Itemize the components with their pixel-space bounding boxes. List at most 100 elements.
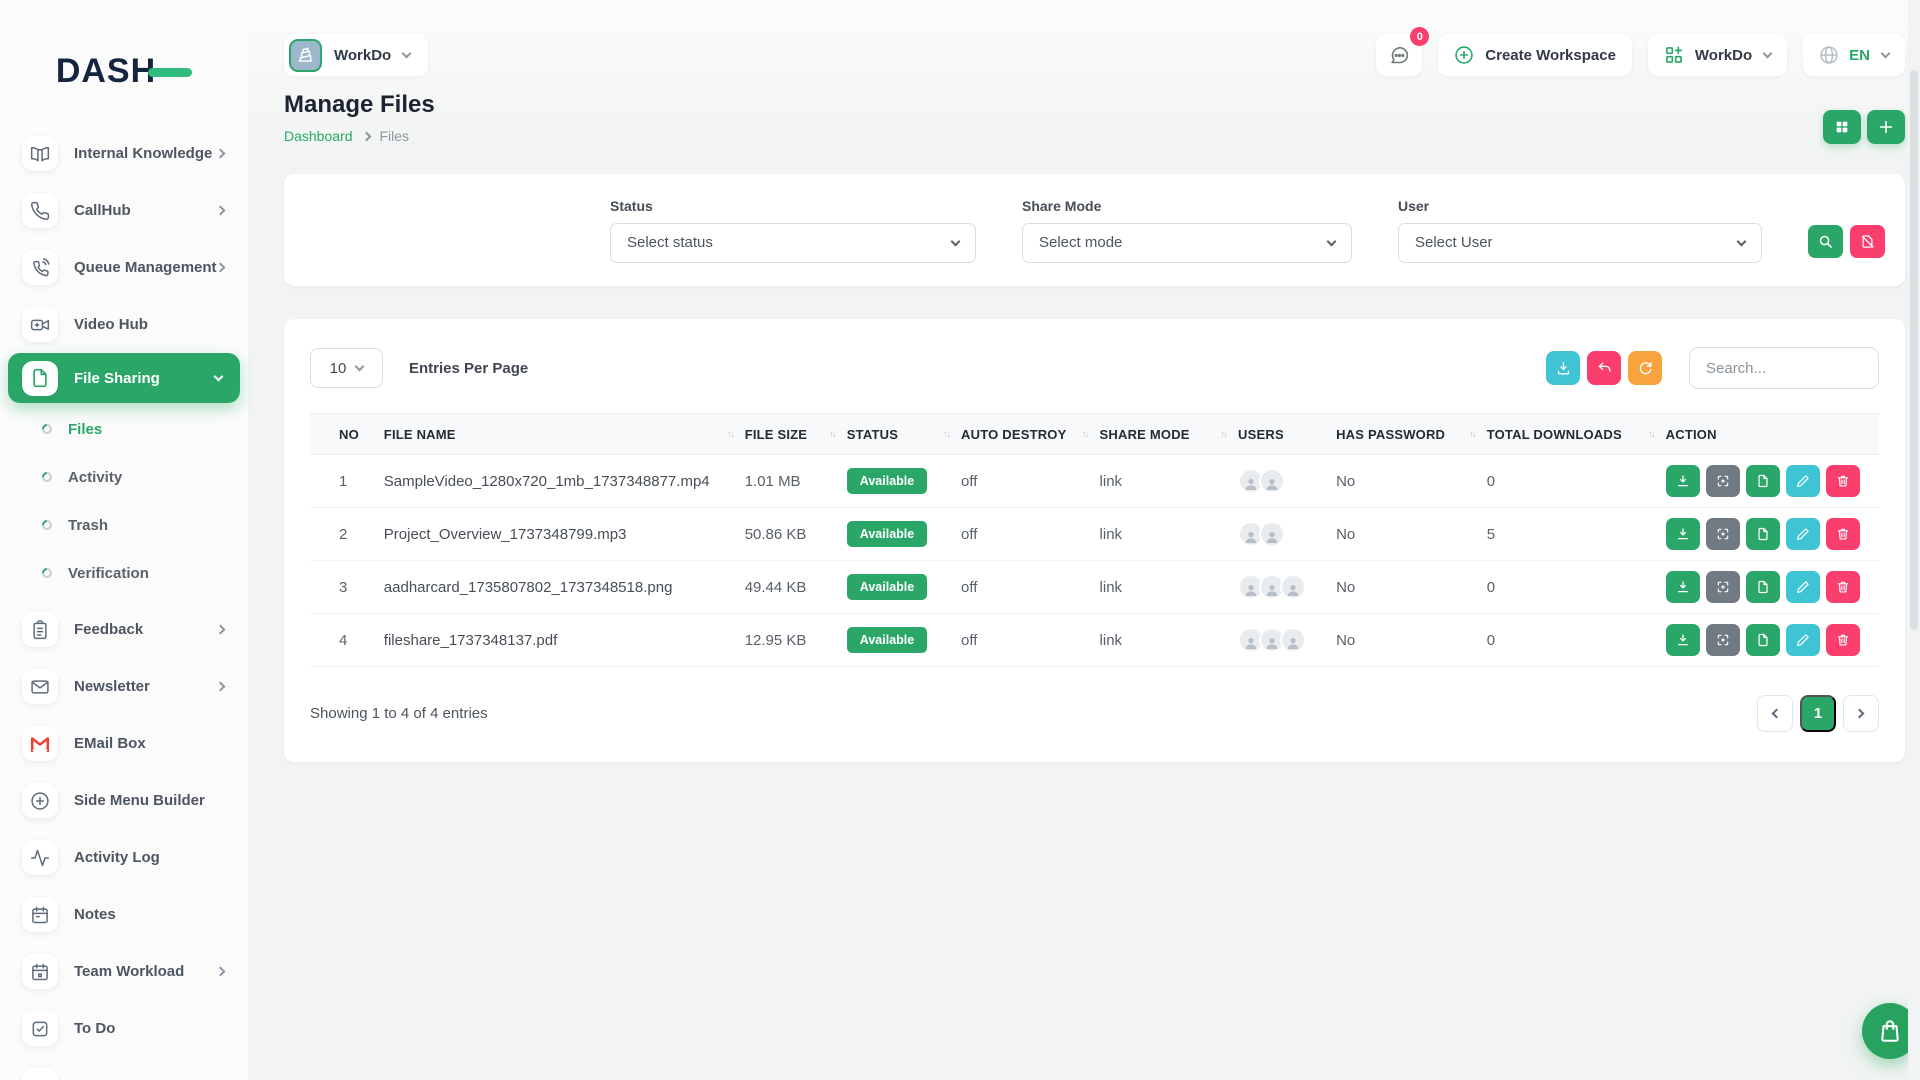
sidebar-item-feedback[interactable]: Feedback (0, 601, 248, 658)
filter-search-button[interactable] (1808, 225, 1843, 258)
grid-view-button[interactable] (1823, 110, 1861, 144)
workspace-dropdown[interactable]: WorkDo (1648, 34, 1787, 76)
status-select[interactable]: Select status (610, 223, 976, 263)
clipboard-icon (22, 612, 58, 647)
sidebar-item-label: To Do (74, 1020, 115, 1037)
page-header-actions (1823, 110, 1905, 144)
row-scan-button[interactable] (1706, 624, 1740, 656)
topbar: WorkDo 0 Create Workspace WorkDo EN (284, 33, 1905, 77)
row-file-button[interactable] (1746, 518, 1780, 550)
user-avatar (1280, 574, 1306, 600)
row-download-button[interactable] (1666, 518, 1700, 550)
chevron-down-icon (951, 236, 961, 246)
row-delete-button[interactable] (1826, 465, 1860, 497)
sidebar-subitem-trash[interactable]: Trash (0, 501, 248, 549)
brand-logo-text: DASH (56, 52, 156, 91)
sidebar-subitem-files[interactable]: Files (0, 405, 248, 453)
sidebar-item-email-box[interactable]: EMail Box (0, 715, 248, 772)
row-file-button[interactable] (1746, 465, 1780, 497)
row-download-button[interactable] (1666, 465, 1700, 497)
sidebar-subitem-verification[interactable]: Verification (0, 549, 248, 597)
add-file-button[interactable] (1867, 110, 1905, 144)
brand-logo[interactable]: DASH (0, 0, 248, 91)
col-file-size[interactable]: FILE SIZE↑↓ (745, 414, 847, 455)
row-delete-button[interactable] (1826, 518, 1860, 550)
cell-total-downloads: 0 (1487, 561, 1666, 614)
row-download-button[interactable] (1666, 624, 1700, 656)
sort-icon[interactable]: ↑↓ (829, 429, 835, 440)
shopping-bag-icon (1877, 1018, 1903, 1044)
table-row: 1SampleVideo_1280x720_1mb_1737348877.mp4… (310, 455, 1879, 508)
sidebar-item-label: Video Hub (74, 316, 148, 333)
pagination-prev-button[interactable] (1757, 695, 1793, 732)
share-mode-select[interactable]: Select mode (1022, 223, 1352, 263)
sidebar-item-callhub[interactable]: CallHub (0, 182, 248, 239)
sidebar-item-newsletter[interactable]: Newsletter (0, 658, 248, 715)
sort-icon[interactable]: ↑↓ (1082, 429, 1088, 440)
sidebar-item-to-do[interactable]: To Do (0, 1000, 248, 1057)
row-edit-button[interactable] (1786, 571, 1820, 603)
table-controls-right (1546, 347, 1879, 389)
sidebar-item-side-menu-builder[interactable]: Side Menu Builder (0, 772, 248, 829)
team-selector[interactable]: WorkDo (284, 34, 428, 76)
cell-file-size: 1.01 MB (745, 455, 847, 508)
table-search-input[interactable] (1689, 347, 1879, 389)
sort-icon[interactable]: ↑↓ (1469, 429, 1475, 440)
row-file-button[interactable] (1746, 624, 1780, 656)
export-button[interactable] (1546, 351, 1580, 385)
row-delete-button[interactable] (1826, 624, 1860, 656)
breadcrumb-dashboard-link[interactable]: Dashboard (284, 128, 353, 144)
sidebar-item-notes[interactable]: Notes (0, 886, 248, 943)
share-mode-select-value: Select mode (1039, 234, 1122, 251)
sidebar: DASH Internal Knowledge CallHub Queue Ma… (0, 0, 248, 1080)
row-edit-button[interactable] (1786, 518, 1820, 550)
sidebar-item-queue-management[interactable]: Queue Management (0, 239, 248, 296)
breadcrumb: Dashboard Files (284, 128, 435, 144)
check-square-icon (22, 1011, 58, 1046)
sidebar-item-video-hub[interactable]: Video Hub (0, 296, 248, 353)
col-total-downloads[interactable]: TOTAL DOWNLOADS↑↓ (1487, 414, 1666, 455)
create-workspace-button[interactable]: Create Workspace (1438, 34, 1632, 76)
messages-button[interactable]: 0 (1376, 34, 1422, 76)
table-controls: 10 Entries Per Page (310, 347, 1879, 389)
row-scan-button[interactable] (1706, 518, 1740, 550)
cell-file-name: fileshare_1737348137.pdf (384, 614, 745, 667)
row-download-button[interactable] (1666, 571, 1700, 603)
row-scan-button[interactable] (1706, 571, 1740, 603)
phone-call-icon (22, 250, 58, 285)
sidebar-item-file-sharing[interactable]: File Sharing (8, 353, 240, 403)
col-file-name[interactable]: FILE NAME↑↓ (384, 414, 745, 455)
row-scan-button[interactable] (1706, 465, 1740, 497)
cell-no: 4 (310, 614, 384, 667)
page-size-select[interactable]: 10 (310, 348, 383, 388)
row-delete-button[interactable] (1826, 571, 1860, 603)
col-status[interactable]: STATUS↑↓ (847, 414, 961, 455)
cell-share-mode: link (1100, 561, 1239, 614)
row-edit-button[interactable] (1786, 624, 1820, 656)
table-header-row: NO FILE NAME↑↓ FILE SIZE↑↓ STATUS↑↓ AUTO… (310, 414, 1879, 455)
sort-icon[interactable]: ↑↓ (727, 429, 733, 440)
col-has-password[interactable]: HAS PASSWORD↑↓ (1336, 414, 1487, 455)
scrollbar-thumb[interactable] (1910, 70, 1918, 630)
language-selector[interactable]: EN (1803, 34, 1905, 76)
user-select[interactable]: Select User (1398, 223, 1762, 263)
pagination-next-button[interactable] (1843, 695, 1879, 732)
sidebar-subitem-activity[interactable]: Activity (0, 453, 248, 501)
sidebar-item-internal-knowledge[interactable]: Internal Knowledge (0, 125, 248, 182)
sort-icon[interactable]: ↑↓ (943, 429, 949, 440)
cell-file-name: aadharcard_1735807802_1737348518.png (384, 561, 745, 614)
row-edit-button[interactable] (1786, 465, 1820, 497)
sort-icon[interactable]: ↑↓ (1648, 429, 1654, 440)
col-auto-destroy[interactable]: AUTO DESTROY↑↓ (961, 414, 1100, 455)
undo-button[interactable] (1587, 351, 1621, 385)
sidebar-item-activity-log[interactable]: Activity Log (0, 829, 248, 886)
row-file-button[interactable] (1746, 571, 1780, 603)
calendar-icon (22, 954, 58, 989)
sidebar-item-partial[interactable] (0, 1057, 248, 1080)
sidebar-item-team-workload[interactable]: Team Workload (0, 943, 248, 1000)
sort-icon[interactable]: ↑↓ (1220, 429, 1226, 440)
filter-clear-button[interactable] (1850, 225, 1885, 258)
pagination-current-page[interactable]: 1 (1800, 695, 1836, 732)
col-share-mode[interactable]: SHARE MODE↑↓ (1100, 414, 1239, 455)
refresh-button[interactable] (1628, 351, 1662, 385)
